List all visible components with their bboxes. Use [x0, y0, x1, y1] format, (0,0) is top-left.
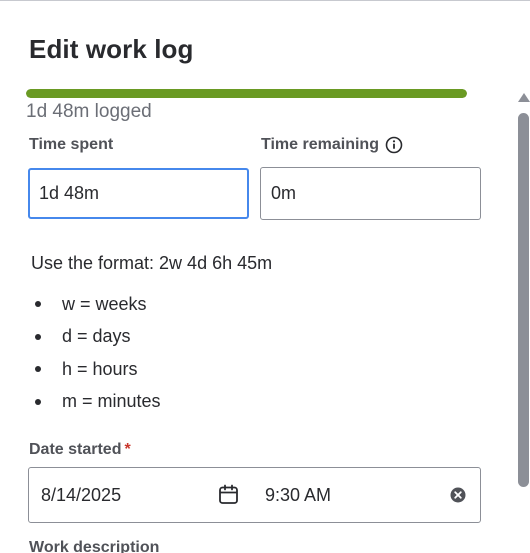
- time-tracking-progress-bar: [26, 89, 467, 98]
- time-remaining-input[interactable]: 0m: [260, 167, 481, 220]
- format-help-list: w = weeks d = days h = hours m = minutes: [31, 288, 161, 418]
- bullet-icon: [35, 333, 41, 340]
- time-spent-input[interactable]: 1d 48m: [28, 168, 249, 219]
- list-item-text: w = weeks: [62, 293, 147, 314]
- time-input[interactable]: 9:30 AM: [265, 485, 331, 506]
- vertical-scrollbar[interactable]: [517, 89, 530, 553]
- list-item-text: d = days: [62, 326, 131, 347]
- scrollbar-thumb[interactable]: [518, 113, 529, 487]
- bullet-icon: [35, 398, 41, 405]
- time-remaining-value: 0m: [271, 183, 297, 203]
- work-description-label: Work description: [29, 539, 160, 553]
- list-item: w = weeks: [31, 288, 161, 321]
- date-input[interactable]: 8/14/2025: [41, 485, 121, 506]
- logged-time-text: 1d 48m logged: [26, 101, 152, 122]
- required-marker: *: [124, 441, 131, 458]
- bullet-icon: [35, 301, 41, 308]
- list-item-text: m = minutes: [62, 391, 161, 412]
- calendar-icon[interactable]: [218, 484, 239, 505]
- time-spent-value: 1d 48m: [39, 183, 100, 203]
- date-started-label: Date started: [29, 441, 122, 458]
- list-item: h = hours: [31, 353, 161, 386]
- date-time-picker: 8/14/2025 9:30 AM: [28, 467, 481, 523]
- time-remaining-label: Time remaining: [261, 136, 379, 153]
- time-spent-label: Time spent: [29, 136, 114, 153]
- info-icon[interactable]: [385, 136, 403, 154]
- list-item-text: h = hours: [62, 358, 138, 379]
- progress-bar-fill: [26, 89, 467, 98]
- time-remaining-label-group: Time remaining: [261, 136, 403, 154]
- bullet-icon: [35, 366, 41, 373]
- dialog-title: Edit work log: [29, 34, 194, 64]
- list-item: m = minutes: [31, 386, 161, 419]
- format-help-text: Use the format: 2w 4d 6h 45m: [31, 253, 273, 273]
- date-started-label-group: Date started *: [29, 441, 131, 459]
- list-item: d = days: [31, 321, 161, 354]
- clear-icon[interactable]: [450, 487, 466, 503]
- scroll-up-arrow-icon[interactable]: [518, 93, 530, 102]
- edit-work-log-dialog: Edit work log 1d 48m logged Time spent T…: [0, 0, 530, 553]
